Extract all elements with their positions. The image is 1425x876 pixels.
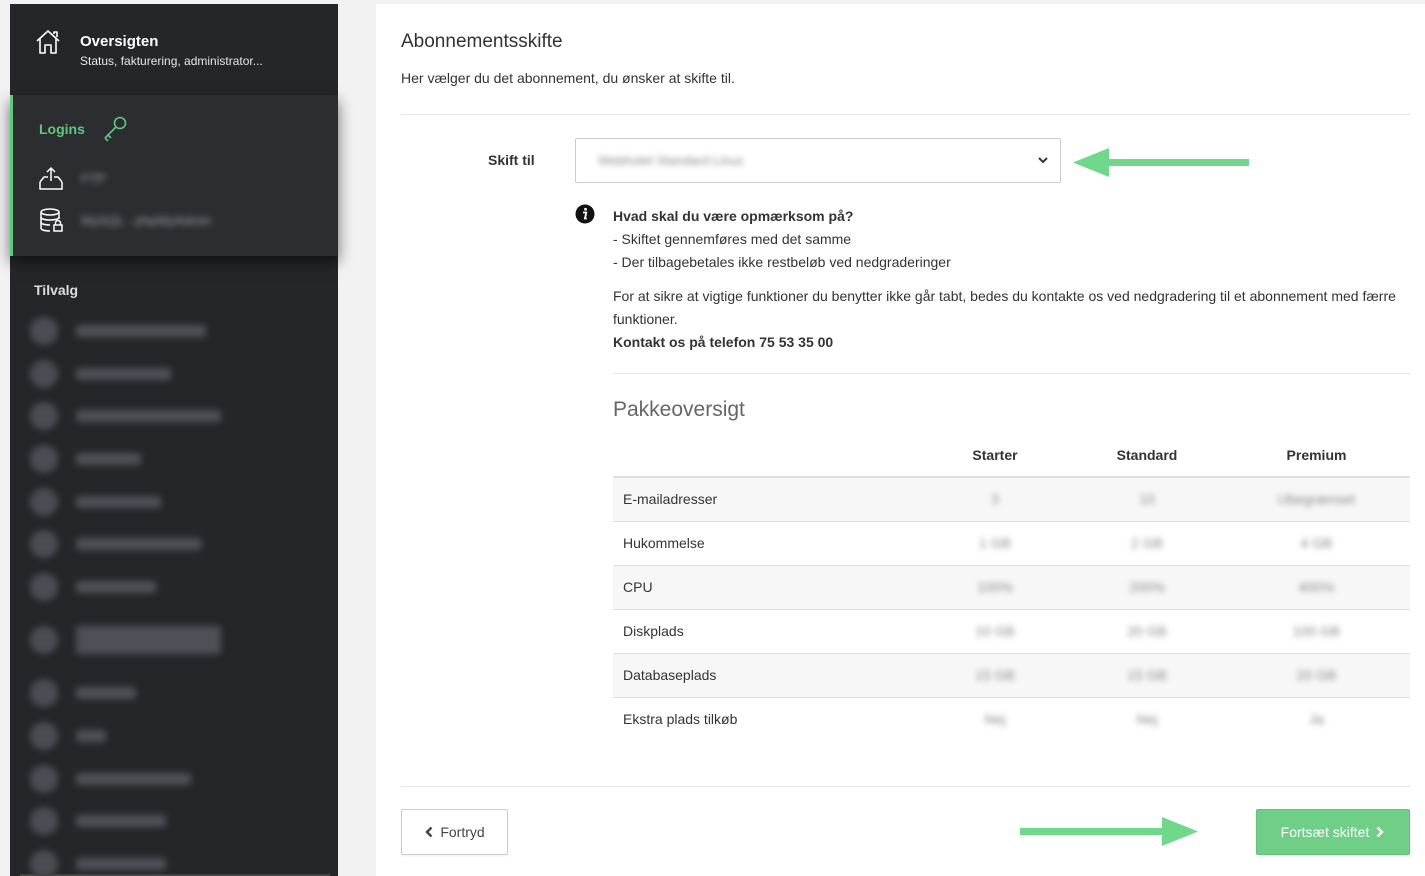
- divider: [401, 114, 1410, 115]
- row-name: Databaseplads: [613, 652, 919, 697]
- page-title: Abonnementsskifte: [401, 31, 563, 52]
- column-header-starter: Starter: [919, 433, 1071, 478]
- table-row: Databaseplads 15 GB 15 GB 20 GB: [613, 652, 1410, 697]
- notice-block: Hvad skal du være opmærksom på? - Skifte…: [613, 205, 1403, 354]
- cell-value: 15 GB: [1127, 667, 1167, 683]
- table-row: CPU 100% 200% 400%: [613, 564, 1410, 609]
- column-header: [613, 433, 919, 478]
- select-value: Webhotel Standard Linux: [598, 153, 744, 168]
- addon-item[interactable]: [30, 566, 330, 609]
- arrow-right-annotation-icon: [1020, 817, 1198, 846]
- database-icon: [40, 208, 63, 232]
- logins-header[interactable]: Logins: [13, 95, 338, 143]
- notice-paragraph: For at sikre at vigtige funktioner du be…: [613, 288, 1396, 327]
- table-row: Hukommelse 1 GB 2 GB 4 GB: [613, 520, 1410, 565]
- cell-value: 20 GB: [1127, 623, 1167, 639]
- cell-value: Ja: [1309, 711, 1324, 728]
- cell-value: 1 GB: [979, 535, 1011, 551]
- table-row: E-mailadresser 3 10 Ubegrænset: [613, 477, 1410, 521]
- table-header-row: Starter Standard Premium: [613, 433, 1410, 478]
- column-header-premium: Premium: [1223, 433, 1410, 478]
- cell-value: 20 GB: [1296, 667, 1337, 683]
- chevron-left-icon: [425, 826, 433, 838]
- cell-value: Nej: [984, 711, 1006, 728]
- cell-value: 2 GB: [1131, 535, 1163, 551]
- info-icon: [575, 204, 595, 224]
- ftp-label: FTP: [81, 170, 106, 186]
- cell-value: 100 GB: [1292, 623, 1341, 639]
- cell-value: 400%: [1298, 579, 1335, 595]
- sidebar-item-overview[interactable]: Oversigten Status, fakturering, administ…: [10, 4, 338, 94]
- arrow-left-annotation-icon: [1073, 148, 1249, 177]
- addon-item[interactable]: [30, 800, 330, 843]
- addon-item[interactable]: [30, 608, 330, 672]
- sidebar: Oversigten Status, fakturering, administ…: [10, 4, 338, 876]
- logins-panel: Logins FTP MySQL - phpMyAdmin: [10, 95, 338, 256]
- cell-value: Ubegrænset: [1277, 491, 1356, 508]
- row-name: E-mailadresser: [613, 477, 919, 521]
- row-name: Diskplads: [613, 608, 919, 653]
- addon-item[interactable]: [30, 672, 330, 715]
- continue-label: Fortsæt skiftet: [1280, 824, 1370, 840]
- addon-item[interactable]: [30, 310, 330, 353]
- continue-button[interactable]: Fortsæt skiftet: [1256, 809, 1410, 855]
- package-table: Starter Standard Premium E-mailadresser …: [613, 433, 1410, 741]
- addons-heading: Tilvalg: [34, 282, 79, 298]
- divider: [401, 786, 1410, 787]
- column-header-standard: Standard: [1071, 433, 1223, 478]
- cell-value: 100%: [977, 579, 1013, 595]
- addon-item[interactable]: [30, 523, 330, 566]
- row-name: CPU: [613, 564, 919, 609]
- addons-list: [30, 310, 330, 876]
- home-icon: [36, 30, 60, 54]
- addon-item[interactable]: [30, 715, 330, 758]
- overview-title: Oversigten: [80, 33, 159, 50]
- cancel-button[interactable]: Fortryd: [401, 809, 508, 855]
- divider: [613, 373, 1410, 374]
- table-row: Ekstra plads tilkøb Nej Nej Ja: [613, 696, 1410, 741]
- sidebar-item-ftp[interactable]: FTP: [13, 157, 338, 199]
- addon-item[interactable]: [30, 438, 330, 481]
- cell-value: 10: [1139, 491, 1155, 508]
- row-name: Hukommelse: [613, 520, 919, 565]
- addon-item[interactable]: [30, 757, 330, 800]
- cell-value: Nej: [1136, 711, 1158, 728]
- chevron-right-icon: [1376, 826, 1385, 838]
- overview-subtitle: Status, fakturering, administrator...: [80, 54, 263, 68]
- cell-value: 200%: [1129, 579, 1165, 595]
- notice-line-2: - Der tilbagebetales ikke restbeløb ved …: [613, 254, 951, 270]
- package-title: Pakkeoversigt: [613, 398, 745, 421]
- cell-value: 15 GB: [975, 667, 1015, 683]
- mysql-label: MySQL - phpMyAdmin: [81, 212, 212, 228]
- logins-label: Logins: [39, 121, 85, 137]
- key-icon: [104, 116, 127, 142]
- cell-value: 10 GB: [975, 623, 1015, 639]
- upload-icon: [39, 166, 63, 190]
- page-description: Her vælger du det abonnement, du ønsker …: [401, 70, 735, 86]
- contact-phone: Kontakt os på telefon 75 53 35 00: [613, 334, 834, 350]
- sidebar-item-mysql[interactable]: MySQL - phpMyAdmin: [13, 199, 338, 241]
- addon-item[interactable]: [30, 395, 330, 438]
- notice-heading: Hvad skal du være opmærksom på?: [613, 208, 854, 224]
- addon-item[interactable]: [30, 353, 330, 396]
- main-panel: Abonnementsskifte Her vælger du det abon…: [376, 4, 1425, 876]
- cell-value: 4 GB: [1300, 535, 1333, 551]
- notice-line-1: - Skiftet gennemføres med det samme: [613, 231, 852, 247]
- cell-value: 3: [991, 491, 999, 508]
- subscription-select[interactable]: Webhotel Standard Linux: [575, 138, 1061, 183]
- addon-item[interactable]: [30, 843, 330, 876]
- chevron-down-icon: [1038, 157, 1048, 164]
- table-row: Diskplads 10 GB 20 GB 100 GB: [613, 608, 1410, 653]
- switch-label: Skift til: [488, 152, 535, 168]
- row-name: Ekstra plads tilkøb: [613, 696, 919, 741]
- cancel-label: Fortryd: [440, 824, 485, 840]
- addon-item[interactable]: [30, 480, 330, 523]
